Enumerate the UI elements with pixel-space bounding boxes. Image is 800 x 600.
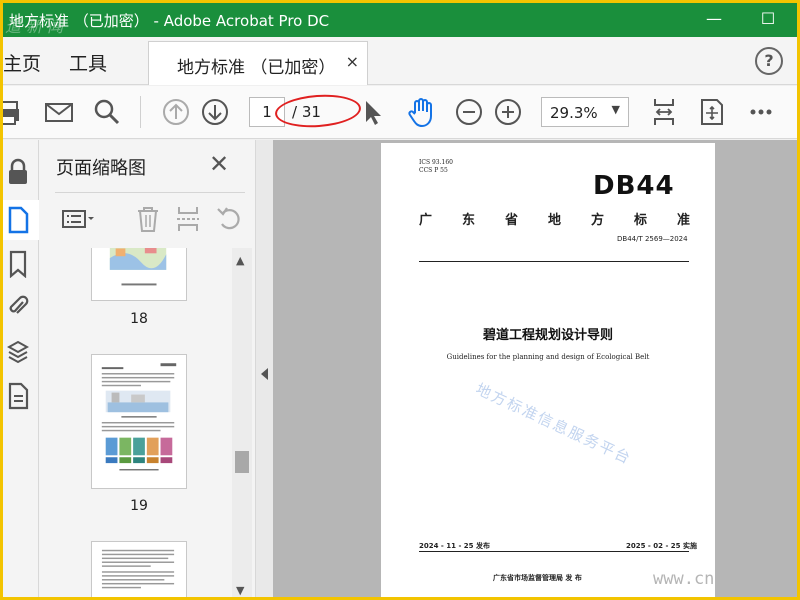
- standard-type-char: 标: [634, 213, 648, 228]
- issuer: 广东省市场监督管理局 发 布: [493, 574, 582, 582]
- classification-codes: ICS 93.160 CCS P 55: [419, 159, 453, 175]
- lock-icon[interactable]: [7, 158, 29, 186]
- ics-code: ICS 93.160: [419, 159, 453, 166]
- corner-watermark: www.cn: [653, 569, 715, 589]
- window-title: 地方标准 （已加密） - Adobe Acrobat Pro DC: [9, 12, 330, 30]
- page-thumbnail[interactable]: [91, 248, 187, 301]
- rotate-page-icon[interactable]: [215, 204, 245, 234]
- standard-type-char: 地: [548, 213, 562, 228]
- panel-divider: [55, 192, 245, 193]
- standard-code: DB44/T 2569—2024: [617, 235, 688, 243]
- thumbnail-scrollbar[interactable]: ▲ ▼: [232, 248, 252, 597]
- implement-date: 2025 - 02 - 25 实施: [626, 542, 697, 550]
- panel-title: 页面缩略图: [56, 158, 146, 179]
- layers-icon[interactable]: [6, 338, 30, 366]
- acrobat-window: 道 新 闻 地方标准 （已加密） - Adobe Acrobat Pro DC …: [3, 3, 797, 597]
- thumbnail-list: 18 19: [39, 248, 234, 597]
- scrollbar-thumb[interactable]: [235, 451, 249, 473]
- left-rail: [3, 140, 39, 597]
- panel-collapse-handle[interactable]: [255, 140, 273, 597]
- email-icon[interactable]: [43, 96, 75, 128]
- zoom-value: 29.3%: [550, 104, 598, 122]
- collapse-arrow-icon: [261, 368, 268, 380]
- help-icon[interactable]: ?: [755, 47, 783, 75]
- menu-home[interactable]: 主页: [3, 49, 41, 76]
- page-thumbnail[interactable]: [91, 354, 187, 489]
- page-thumbnail[interactable]: [91, 541, 187, 597]
- attachment-icon[interactable]: [7, 292, 29, 320]
- hand-tool-icon[interactable]: [405, 96, 437, 128]
- standard-type-char: 方: [591, 213, 605, 228]
- standard-badge: DB44: [593, 171, 675, 201]
- document-page: ICS 93.160 CCS P 55 DB44 广 东 省 地 方 标 准 D…: [381, 143, 715, 597]
- full-screen-icon[interactable]: [696, 96, 728, 128]
- fit-page-icon[interactable]: [648, 96, 680, 128]
- panel-close-icon[interactable]: ✕: [209, 150, 229, 178]
- thumbnail-page-number: 19: [130, 498, 148, 514]
- insert-page-icon[interactable]: [173, 204, 203, 234]
- minimize-button[interactable]: —: [699, 7, 729, 31]
- search-icon[interactable]: [91, 96, 123, 128]
- standard-type-char: 省: [505, 213, 519, 228]
- print-icon[interactable]: [3, 96, 27, 128]
- publish-date: 2024 - 11 - 25 发布: [419, 542, 490, 550]
- bookmark-icon[interactable]: [7, 250, 29, 279]
- chevron-down-icon: ▼: [611, 103, 620, 116]
- title-bar: 道 新 闻 地方标准 （已加密） - Adobe Acrobat Pro DC …: [3, 3, 797, 37]
- document-view[interactable]: ICS 93.160 CCS P 55 DB44 广 东 省 地 方 标 准 D…: [273, 140, 797, 597]
- document-tab-close-icon[interactable]: ×: [346, 52, 359, 71]
- more-options-icon[interactable]: [745, 96, 777, 128]
- maximize-button[interactable]: ☐: [753, 7, 783, 31]
- toolbar-divider: [140, 96, 141, 128]
- zoom-in-icon[interactable]: [492, 96, 524, 128]
- main-toolbar: 1 / 31 29.3% ▼: [3, 86, 797, 139]
- highlight-circle: [273, 92, 363, 130]
- thumbnail-page-number: 18: [130, 311, 148, 327]
- document-subtitle: Guidelines for the planning and design o…: [446, 353, 650, 361]
- header-rule: [419, 261, 689, 262]
- delete-page-icon[interactable]: [133, 204, 163, 234]
- thumbnail-options-icon[interactable]: [61, 204, 94, 234]
- zoom-out-icon[interactable]: [453, 96, 485, 128]
- footer-rule: [419, 551, 689, 552]
- tab-bar: 主页 工具 地方标准 （已加密） × ?: [3, 37, 797, 85]
- document-tab-label: 地方标准 （已加密）: [177, 58, 336, 78]
- content-icon[interactable]: [7, 382, 29, 410]
- page-watermark: 地方标准信息服务平台: [472, 379, 635, 469]
- page-thumbnails-icon[interactable]: [7, 206, 29, 234]
- previous-page-icon[interactable]: [160, 96, 192, 128]
- next-page-icon[interactable]: [199, 96, 231, 128]
- page-thumbnails-panel: 页面缩略图 ✕ 18 19 ▲ ▼: [39, 140, 255, 597]
- standard-type-char: 准: [677, 213, 691, 228]
- scroll-down-icon[interactable]: ▼: [236, 584, 244, 597]
- document-title: 碧道工程规划设计导则: [482, 328, 613, 343]
- zoom-select[interactable]: 29.3% ▼: [541, 97, 629, 127]
- document-tab[interactable]: 地方标准 （已加密） ×: [148, 41, 368, 85]
- select-cursor-icon[interactable]: [357, 96, 389, 128]
- scroll-up-icon[interactable]: ▲: [236, 254, 244, 267]
- standard-type-char: 广: [419, 213, 433, 228]
- standard-type-char: 东: [462, 213, 476, 228]
- menu-tools[interactable]: 工具: [69, 49, 107, 76]
- ccs-code: CCS P 55: [419, 167, 448, 174]
